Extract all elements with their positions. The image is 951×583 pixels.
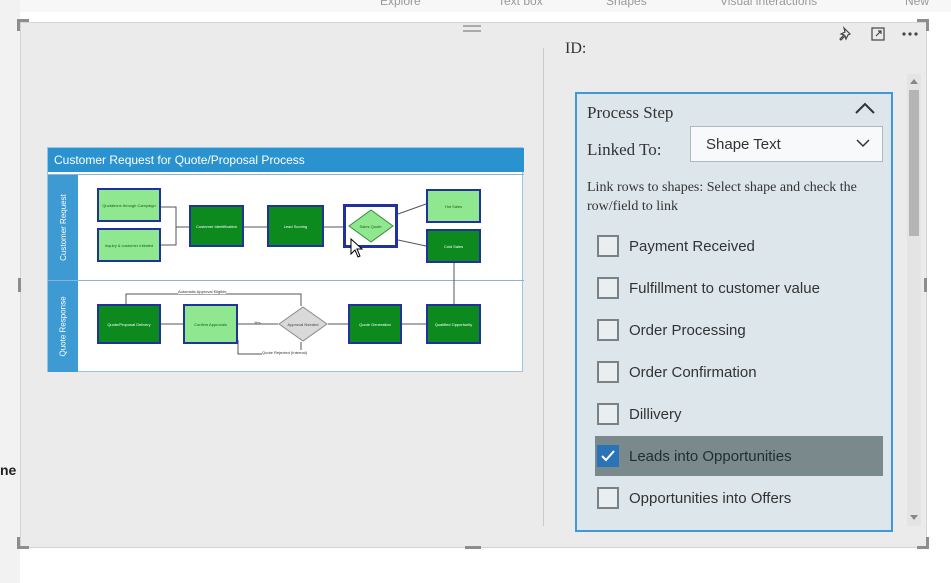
dropdown-value: Shape Text <box>706 135 781 153</box>
toolbar-visual-interactions[interactable]: Visual interactions <box>720 0 817 8</box>
visual-header-icons <box>836 24 920 44</box>
checkbox[interactable] <box>597 361 619 383</box>
pane-heading: ID: <box>565 40 587 57</box>
diagram-node[interactable]: Lead Scoring <box>267 205 324 247</box>
row-label: Order Confirmation <box>629 363 757 381</box>
canvas-text-fragment: ne <box>0 462 17 478</box>
row-label: Payment Received <box>629 237 755 255</box>
more-options-icon[interactable] <box>900 24 920 44</box>
process-step-card: Process Step Linked To: Shape Text Link … <box>575 92 893 532</box>
row-opportunities-into-offers[interactable]: Opportunities into Offers <box>595 478 883 518</box>
chevron-up-icon[interactable] <box>854 101 876 115</box>
row-label: Opportunities into Offers <box>629 489 792 507</box>
linked-to-label: Linked To: <box>587 140 662 159</box>
toolbar-shapes[interactable]: Shapes <box>606 0 647 8</box>
card-title: Process Step <box>587 103 674 122</box>
top-toolbar: Explore Text box Shapes Visual interacti… <box>0 0 951 12</box>
scroll-down-icon[interactable] <box>910 515 918 521</box>
diagram-node[interactable]: Quote Generation <box>348 304 402 344</box>
mouse-cursor-icon <box>350 238 364 258</box>
linked-to-dropdown[interactable]: Shape Text <box>690 126 883 162</box>
scrollbar-thumb[interactable] <box>909 90 919 236</box>
row-label: Leads into Opportunities <box>629 447 792 465</box>
edge-label: Quote Rejected (Internal) <box>262 350 307 355</box>
checkmark-icon <box>601 450 615 462</box>
row-label: Dillivery <box>629 405 682 423</box>
report-canvas-left <box>0 0 20 583</box>
scroll-up-icon[interactable] <box>910 78 918 84</box>
diagram-node[interactable]: Inquiry & customer Initiated <box>97 228 161 262</box>
pin-icon[interactable] <box>836 24 856 44</box>
process-diagram[interactable]: Customer Request for Quote/Proposal Proc… <box>47 147 524 372</box>
diagram-decision-node[interactable]: Approval Needed <box>278 306 328 342</box>
link-hint-text: Link rows to shapes: Select shape and ch… <box>587 180 857 214</box>
focus-mode-icon[interactable] <box>868 24 888 44</box>
pane-scrollbar[interactable] <box>907 74 921 526</box>
row-order-processing[interactable]: Order Processing <box>595 310 883 350</box>
row-fulfillment[interactable]: Fulfillment to customer value <box>595 268 883 308</box>
row-leads-into-opportunities[interactable]: Leads into Opportunities <box>595 436 883 476</box>
chevron-down-icon <box>856 139 870 148</box>
checkbox[interactable] <box>597 403 619 425</box>
checkbox-checked[interactable] <box>597 445 619 467</box>
drag-grip[interactable] <box>463 25 481 35</box>
checkbox[interactable] <box>597 487 619 509</box>
pane-divider <box>543 48 544 526</box>
edge-label: Automatic Approval Eligible <box>178 289 227 294</box>
diagram-node[interactable]: Cold Sales <box>426 229 481 263</box>
edge-label: Yes <box>254 320 261 325</box>
diagram-node[interactable]: Confirm Approvals <box>183 304 238 344</box>
toolbar-text-box[interactable]: Text box <box>498 0 543 8</box>
resize-handle-left[interactable] <box>18 278 21 292</box>
toolbar-new[interactable]: New <box>905 0 929 8</box>
row-label: Order Processing <box>629 321 746 339</box>
diagram-node[interactable]: Customer Identification <box>189 205 244 247</box>
checkbox[interactable] <box>597 235 619 257</box>
row-order-confirmation[interactable]: Order Confirmation <box>595 352 883 392</box>
diagram-node[interactable]: Quote/Proposal Delivery <box>97 304 161 344</box>
row-label: Fulfillment to customer value <box>629 279 820 297</box>
resize-handle-bottom-left[interactable] <box>17 537 29 549</box>
checkbox[interactable] <box>597 277 619 299</box>
resize-handle-right[interactable] <box>924 278 927 292</box>
diagram-node[interactable]: Qualified Opportunity <box>426 304 481 344</box>
toolbar-explore[interactable]: Explore <box>380 0 421 8</box>
resize-handle-bottom-right[interactable] <box>917 537 929 549</box>
row-delivery[interactable]: Dillivery <box>595 394 883 434</box>
diagram-node[interactable]: Quotations through Campaign <box>97 188 161 222</box>
diagram-node[interactable]: Hot Sales <box>426 189 481 223</box>
resize-handle-top-left[interactable] <box>17 19 29 31</box>
resize-handle-bottom[interactable] <box>465 546 481 549</box>
row-payment-received[interactable]: Payment Received <box>595 226 883 266</box>
checkbox[interactable] <box>597 319 619 341</box>
